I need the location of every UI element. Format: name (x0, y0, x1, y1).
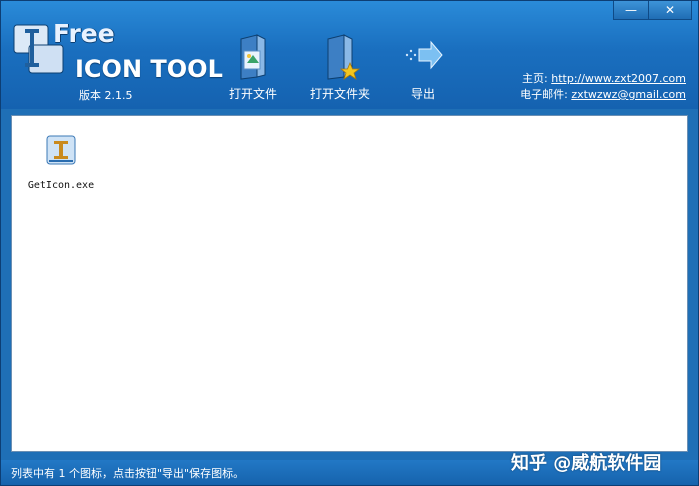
app-window: — ✕ Free ICON TOOL 版本 2.1.5 打开文件 打开文件夹 导… (0, 0, 699, 486)
homepage-link[interactable]: http://www.zxt2007.com (551, 72, 686, 85)
file-name: GetIcon.exe (27, 180, 95, 191)
homepage-label: 主页: (522, 72, 548, 85)
export-button[interactable]: 导出 (383, 33, 463, 102)
homepage-row[interactable]: 主页: http://www.zxt2007.com (520, 71, 686, 87)
icon-list-area[interactable]: GetIcon.exe (11, 115, 688, 452)
email-link[interactable]: zxtwzwz@gmail.com (571, 88, 686, 101)
logo-brand-free: Free (53, 19, 115, 48)
app-logo: Free ICON TOOL 版本 2.1.5 (13, 19, 223, 107)
header: — ✕ Free ICON TOOL 版本 2.1.5 打开文件 打开文件夹 导… (1, 1, 698, 109)
export-arrow-icon (405, 40, 443, 70)
minimize-button[interactable]: — (613, 1, 649, 20)
open-file-label: 打开文件 (228, 87, 277, 101)
open-file-icon (240, 34, 266, 80)
window-controls: — ✕ (613, 1, 692, 21)
email-label: 电子邮件: (520, 88, 568, 101)
version-label: 版本 2.1.5 (79, 89, 133, 102)
email-row[interactable]: 电子邮件: zxtwzwz@gmail.com (520, 87, 686, 103)
status-text: 列表中有 1 个图标，点击按钮"导出"保存图标。 (11, 467, 245, 480)
open-file-button[interactable]: 打开文件 (213, 33, 293, 102)
open-folder-icon (327, 34, 360, 80)
export-label: 导出 (410, 87, 435, 101)
list-item[interactable]: GetIcon.exe (26, 134, 96, 191)
exe-file-icon (46, 135, 76, 165)
watermark: 知乎 @威航软件园 (511, 453, 662, 474)
contact-links: 主页: http://www.zxt2007.com 电子邮件: zxtwzwz… (520, 71, 686, 103)
open-folder-button[interactable]: 打开文件夹 (300, 33, 380, 102)
app-title: ICON TOOL (75, 55, 223, 83)
close-button[interactable]: ✕ (648, 1, 692, 20)
open-folder-label: 打开文件夹 (309, 87, 370, 101)
